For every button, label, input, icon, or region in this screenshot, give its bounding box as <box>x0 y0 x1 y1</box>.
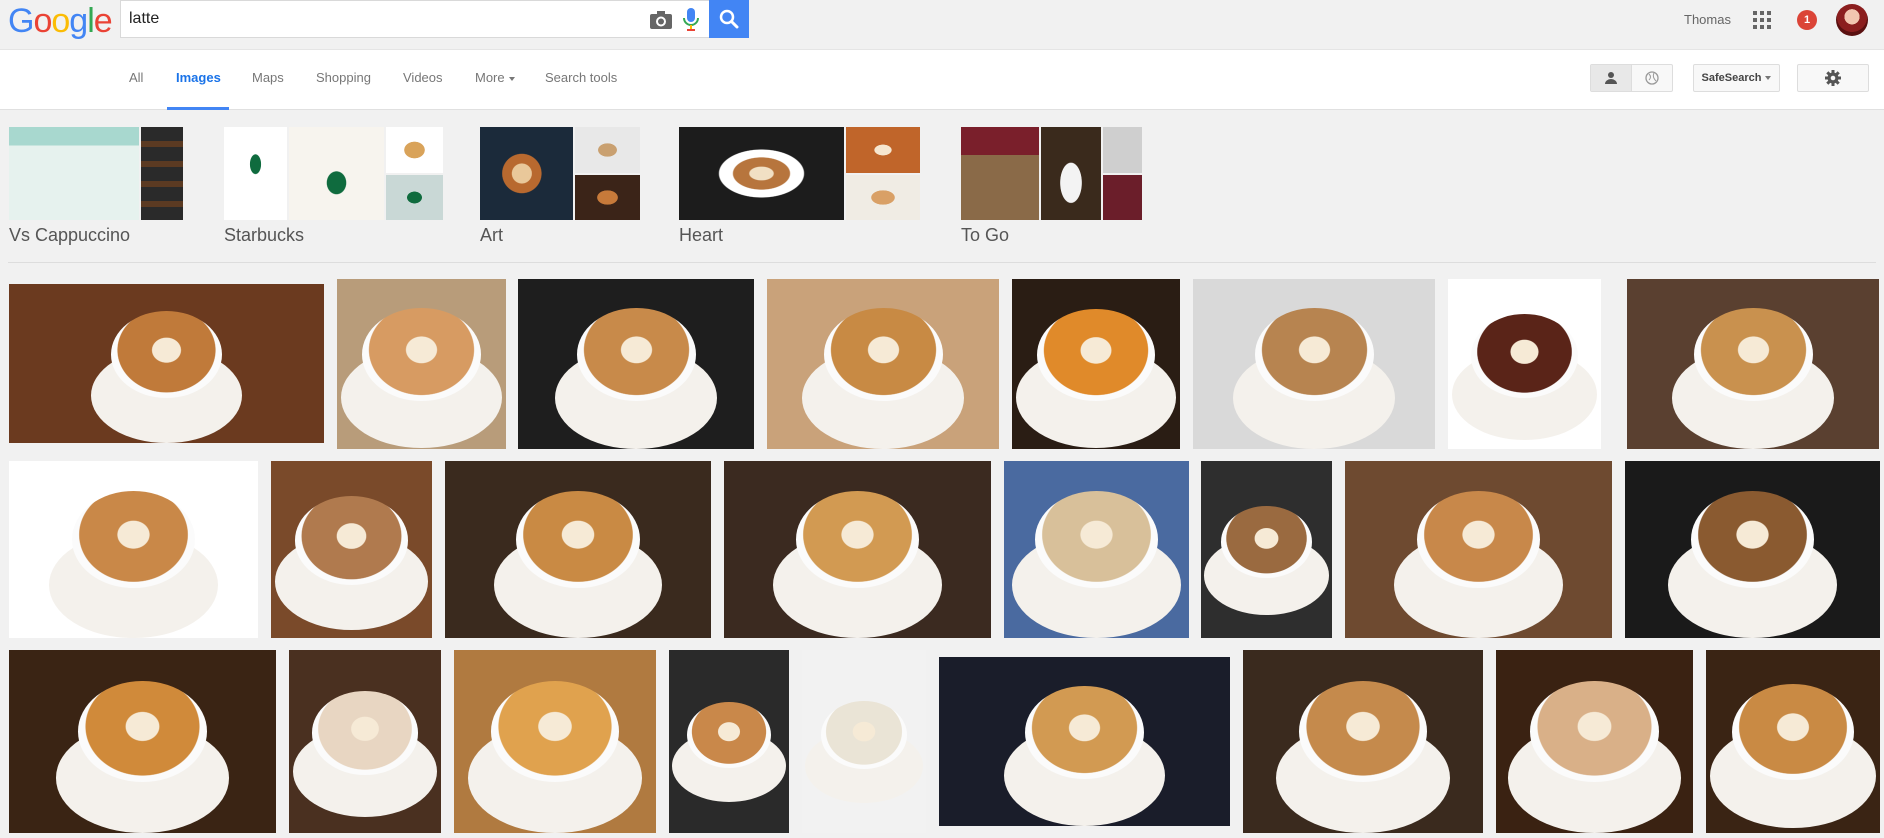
image-result[interactable] <box>767 279 999 449</box>
image-result[interactable] <box>1448 279 1601 449</box>
safesearch-label: SafeSearch <box>1701 72 1762 84</box>
latte-cup <box>820 700 908 769</box>
tab-shopping[interactable]: Shopping <box>316 70 371 85</box>
image-result[interactable] <box>939 657 1230 826</box>
image-result[interactable] <box>1012 279 1180 449</box>
image-result[interactable] <box>1496 650 1693 833</box>
latte-cup <box>1693 307 1813 402</box>
latte-cup <box>1416 491 1541 589</box>
latte-cup <box>687 701 771 768</box>
tab-maps[interactable]: Maps <box>252 70 284 85</box>
chip-thumbnails <box>961 127 1142 220</box>
latte-cup <box>362 308 481 402</box>
chip-thumbnails <box>679 127 920 220</box>
chip-thumbnails <box>9 127 183 220</box>
view-toggle <box>1590 64 1673 92</box>
latte-cup <box>516 491 640 589</box>
latte-cup <box>1254 307 1374 402</box>
latte-cup <box>576 307 696 402</box>
image-result[interactable] <box>445 461 711 638</box>
chip-label: Heart <box>679 225 724 245</box>
search-button[interactable] <box>709 0 749 38</box>
user-name[interactable]: Thomas <box>1684 12 1731 27</box>
tab-images[interactable]: Images <box>176 70 221 85</box>
tab-more-label: More <box>475 70 505 85</box>
image-result[interactable] <box>1193 279 1435 449</box>
notification-badge[interactable]: 1 <box>1797 10 1817 30</box>
latte-cup <box>1732 684 1854 780</box>
image-result[interactable] <box>724 461 991 638</box>
image-result[interactable] <box>1706 650 1880 833</box>
chip-thumbnails <box>224 127 443 220</box>
settings-button[interactable] <box>1797 64 1869 92</box>
divider <box>8 262 1876 263</box>
image-result[interactable] <box>289 650 441 833</box>
active-tab-indicator <box>167 107 229 110</box>
google-logo[interactable]: Google <box>8 2 113 40</box>
latte-cup <box>71 491 196 589</box>
image-result[interactable] <box>1625 461 1880 638</box>
image-result[interactable] <box>1243 650 1483 833</box>
image-result[interactable] <box>337 279 506 449</box>
search-box <box>120 0 709 38</box>
nav-bar: All Images Maps Shopping Videos More Sea… <box>0 50 1884 110</box>
latte-cup <box>1530 681 1659 782</box>
tab-search-tools[interactable]: Search tools <box>545 70 617 85</box>
image-result[interactable] <box>1627 279 1879 449</box>
globe-icon <box>1645 71 1659 85</box>
chevron-down-icon <box>1765 76 1772 80</box>
image-result[interactable] <box>1345 461 1612 638</box>
chip-label: Vs Cappuccino <box>9 225 131 245</box>
apps-icon[interactable] <box>1753 11 1771 29</box>
latte-cup <box>490 681 620 782</box>
chip-label: To Go <box>961 225 1010 245</box>
tab-more[interactable]: More <box>475 70 515 85</box>
image-result[interactable] <box>454 650 656 833</box>
latte-cup <box>823 307 943 402</box>
chip-label: Starbucks <box>224 225 305 245</box>
latte-cup <box>1034 491 1159 589</box>
image-result[interactable] <box>1004 461 1189 638</box>
latte-cup <box>1690 491 1815 589</box>
latte-cup <box>795 491 920 589</box>
image-result[interactable] <box>271 461 432 638</box>
person-filter-toggle[interactable] <box>1591 65 1632 91</box>
top-bar: Google Thomas 1 <box>0 0 1884 50</box>
latte-cup <box>311 691 419 775</box>
tab-all[interactable]: All <box>129 70 143 85</box>
person-icon <box>1605 72 1617 84</box>
latte-cup <box>1470 313 1579 398</box>
latte-cup <box>1220 506 1313 579</box>
image-result[interactable] <box>669 650 789 833</box>
chevron-down-icon <box>508 76 515 81</box>
chip-label: Art <box>480 225 504 245</box>
latte-cup <box>1037 308 1155 401</box>
avatar[interactable] <box>1836 4 1868 36</box>
latte-cup <box>295 496 408 585</box>
globe-toggle[interactable] <box>1632 65 1672 91</box>
image-result[interactable] <box>802 650 926 833</box>
safesearch-dropdown[interactable]: SafeSearch <box>1693 64 1780 92</box>
search-input[interactable] <box>129 1 629 37</box>
gear-icon <box>1825 70 1841 86</box>
image-result[interactable] <box>9 284 324 443</box>
camera-icon[interactable] <box>649 9 673 31</box>
image-result[interactable] <box>1201 461 1332 638</box>
latte-cup <box>78 681 207 782</box>
latte-cup <box>1025 685 1144 779</box>
image-result[interactable] <box>9 461 258 638</box>
mic-icon[interactable] <box>681 7 701 33</box>
tab-videos[interactable]: Videos <box>403 70 443 85</box>
image-result[interactable] <box>518 279 754 449</box>
image-result[interactable] <box>9 650 276 833</box>
latte-cup <box>110 311 223 399</box>
chip-thumbnails <box>480 127 640 220</box>
search-icon <box>719 9 739 29</box>
latte-cup <box>1298 681 1428 782</box>
